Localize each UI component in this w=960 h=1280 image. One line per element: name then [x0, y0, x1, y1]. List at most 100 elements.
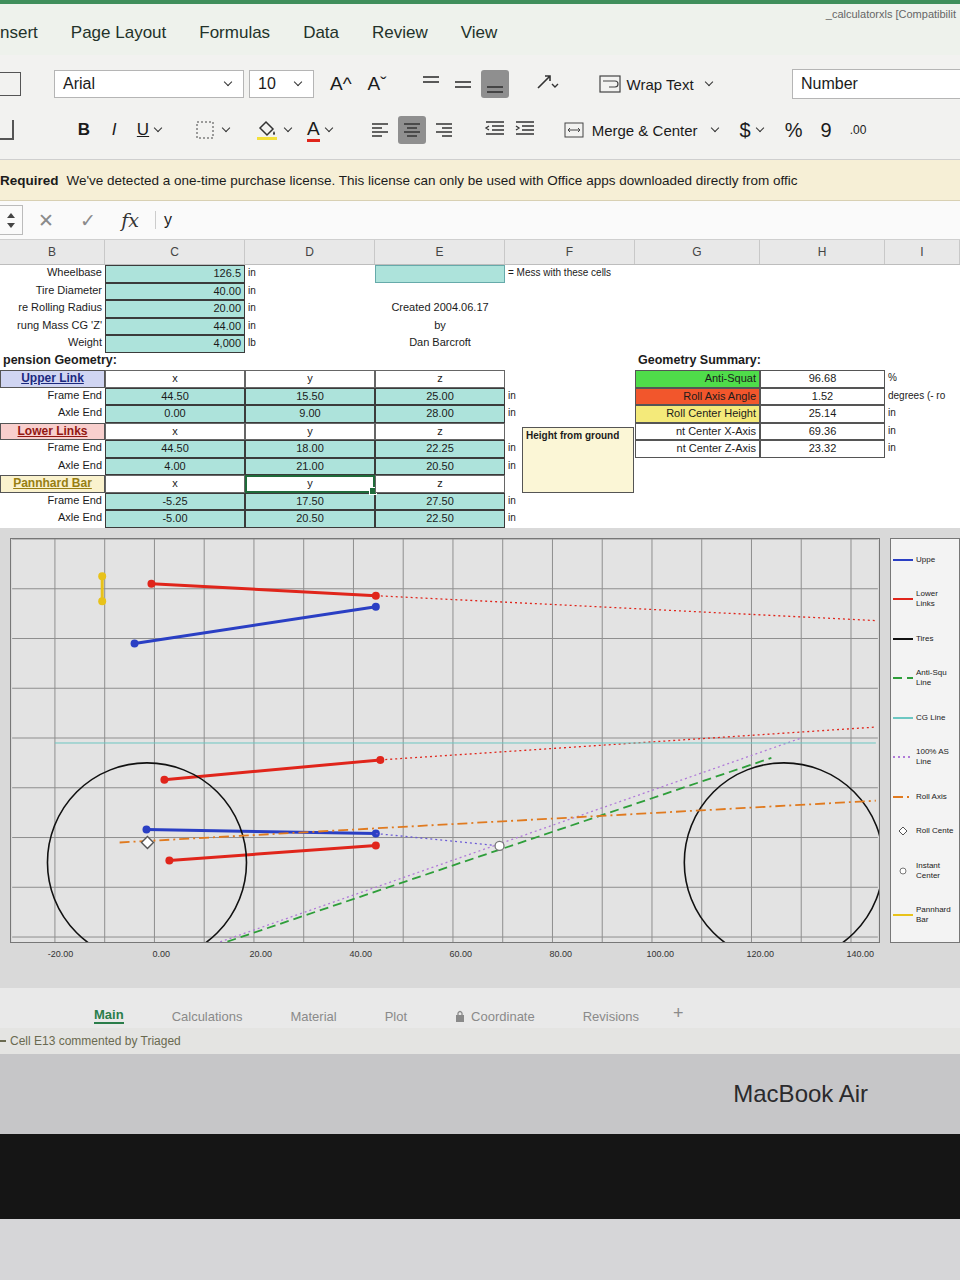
parameter-input[interactable]: 4,000: [105, 335, 245, 353]
column-header[interactable]: C: [105, 240, 245, 264]
italic-button[interactable]: I: [99, 120, 129, 140]
series-dashdot: [120, 800, 876, 842]
axis-header[interactable]: z: [375, 370, 505, 388]
font-color-button[interactable]: A: [307, 119, 336, 142]
coordinate-input[interactable]: 21.00: [245, 458, 375, 476]
enter-button[interactable]: ✓: [69, 209, 107, 232]
cell: [885, 283, 960, 301]
horizontal-align-button[interactable]: [430, 116, 458, 144]
horizontal-align-button[interactable]: [398, 116, 426, 144]
coordinate-input[interactable]: 44.50: [105, 440, 245, 458]
column-header[interactable]: H: [760, 240, 885, 264]
ribbon-tab[interactable]: Data: [303, 23, 339, 43]
clipboard-icon[interactable]: [0, 72, 21, 96]
merge-center-button[interactable]: Merge & Center: [564, 122, 722, 139]
axis-header[interactable]: x: [105, 475, 245, 493]
cancel-button[interactable]: ✕: [27, 209, 65, 232]
coordinate-input[interactable]: 17.50: [245, 493, 375, 511]
coordinate-input[interactable]: -5.25: [105, 493, 245, 511]
cell: [760, 335, 885, 353]
ribbon-tab[interactable]: Page Layout: [71, 23, 166, 43]
sheet-tab[interactable]: Main: [94, 1007, 124, 1024]
vertical-align-button[interactable]: [449, 70, 477, 98]
link-end-marker: [98, 597, 106, 605]
parameter-label: Weight: [0, 335, 105, 353]
formula-input[interactable]: y: [155, 211, 960, 229]
font-name-box[interactable]: Arial: [54, 70, 244, 98]
insert-function-button[interactable]: fx: [111, 209, 149, 231]
cell: [635, 265, 760, 283]
ribbon-tab[interactable]: View: [461, 23, 498, 43]
column-header[interactable]: F: [505, 240, 635, 264]
coordinate-input[interactable]: 4.00: [105, 458, 245, 476]
indent-icons[interactable]: [484, 119, 536, 141]
cell: [635, 318, 760, 336]
cell: [635, 493, 760, 511]
font-size-box[interactable]: 10: [249, 70, 314, 98]
shrink-font-button[interactable]: Aˇ: [368, 73, 387, 95]
cell: [635, 335, 760, 353]
axis-header[interactable]: x: [105, 370, 245, 388]
bold-button[interactable]: B: [69, 120, 99, 140]
parameter-input[interactable]: 20.00: [105, 300, 245, 318]
number-format-box[interactable]: Number: [792, 69, 960, 99]
decimal-button[interactable]: .00: [850, 123, 873, 137]
underline-button[interactable]: U: [129, 120, 173, 140]
percent-button[interactable]: %: [785, 119, 803, 142]
group-header: Lower Links: [0, 423, 105, 441]
axis-header[interactable]: y: [245, 423, 375, 441]
column-header[interactable]: G: [635, 240, 760, 264]
link-end-marker: [147, 579, 155, 587]
coordinate-input[interactable]: 28.00: [375, 405, 505, 423]
axis-header[interactable]: y: [245, 475, 375, 493]
parameter-input[interactable]: 126.5: [105, 265, 245, 283]
coordinate-input[interactable]: 20.50: [245, 510, 375, 528]
coordinate-input[interactable]: 20.50: [375, 458, 505, 476]
axis-header[interactable]: y: [245, 370, 375, 388]
ribbon-tab[interactable]: Formulas: [199, 23, 270, 43]
ribbon-tab[interactable]: Review: [372, 23, 428, 43]
coordinate-input[interactable]: 22.25: [375, 440, 505, 458]
grow-font-button[interactable]: A^: [330, 73, 352, 95]
sheet-tab[interactable]: Revisions: [583, 1009, 639, 1024]
sheet-tab[interactable]: Calculations: [172, 1009, 243, 1024]
vertical-align-button[interactable]: [481, 70, 509, 98]
comma-style-button[interactable]: 9: [821, 119, 832, 142]
axis-header[interactable]: z: [375, 423, 505, 441]
coordinate-input[interactable]: -5.00: [105, 510, 245, 528]
coordinate-input[interactable]: 0.00: [105, 405, 245, 423]
add-sheet-button[interactable]: +: [673, 1003, 684, 1024]
axis-header[interactable]: x: [105, 423, 245, 441]
axis-header[interactable]: z: [375, 475, 505, 493]
ribbon-tab[interactable]: nsert: [0, 23, 38, 43]
wrap-text-button[interactable]: Wrap Text: [599, 75, 716, 93]
column-header[interactable]: B: [0, 240, 105, 264]
coordinate-input[interactable]: 18.00: [245, 440, 375, 458]
parameter-label: Wheelbase: [0, 265, 105, 283]
chart-area: -20.000.0020.0040.0060.0080.00100.00120.…: [0, 528, 960, 988]
column-header[interactable]: E: [375, 240, 505, 264]
sheet-tab[interactable]: Material: [290, 1009, 336, 1024]
coordinate-input[interactable]: 27.50: [375, 493, 505, 511]
currency-button[interactable]: $: [740, 119, 767, 142]
sheet-tab[interactable]: Coordinate: [455, 1009, 535, 1024]
coordinate-input[interactable]: 9.00: [245, 405, 375, 423]
parameter-input[interactable]: 44.00: [105, 318, 245, 336]
fill-color-icon[interactable]: [255, 119, 295, 141]
legend-item: Roll Axis: [893, 792, 957, 802]
coordinate-input[interactable]: 22.50: [375, 510, 505, 528]
column-header[interactable]: D: [245, 240, 375, 264]
coordinate-input[interactable]: 25.00: [375, 388, 505, 406]
parameter-input[interactable]: 40.00: [105, 283, 245, 301]
format-painter-icon[interactable]: [0, 120, 14, 140]
sheet-tab[interactable]: Plot: [385, 1009, 407, 1024]
vertical-align-button[interactable]: [417, 70, 445, 98]
orientation-icon[interactable]: [535, 72, 559, 96]
cell: [635, 475, 760, 493]
name-box[interactable]: [0, 205, 23, 235]
coordinate-input[interactable]: 15.50: [245, 388, 375, 406]
horizontal-align-button[interactable]: [366, 116, 394, 144]
borders-icon[interactable]: [195, 120, 233, 140]
column-header[interactable]: I: [885, 240, 960, 264]
coordinate-input[interactable]: 44.50: [105, 388, 245, 406]
